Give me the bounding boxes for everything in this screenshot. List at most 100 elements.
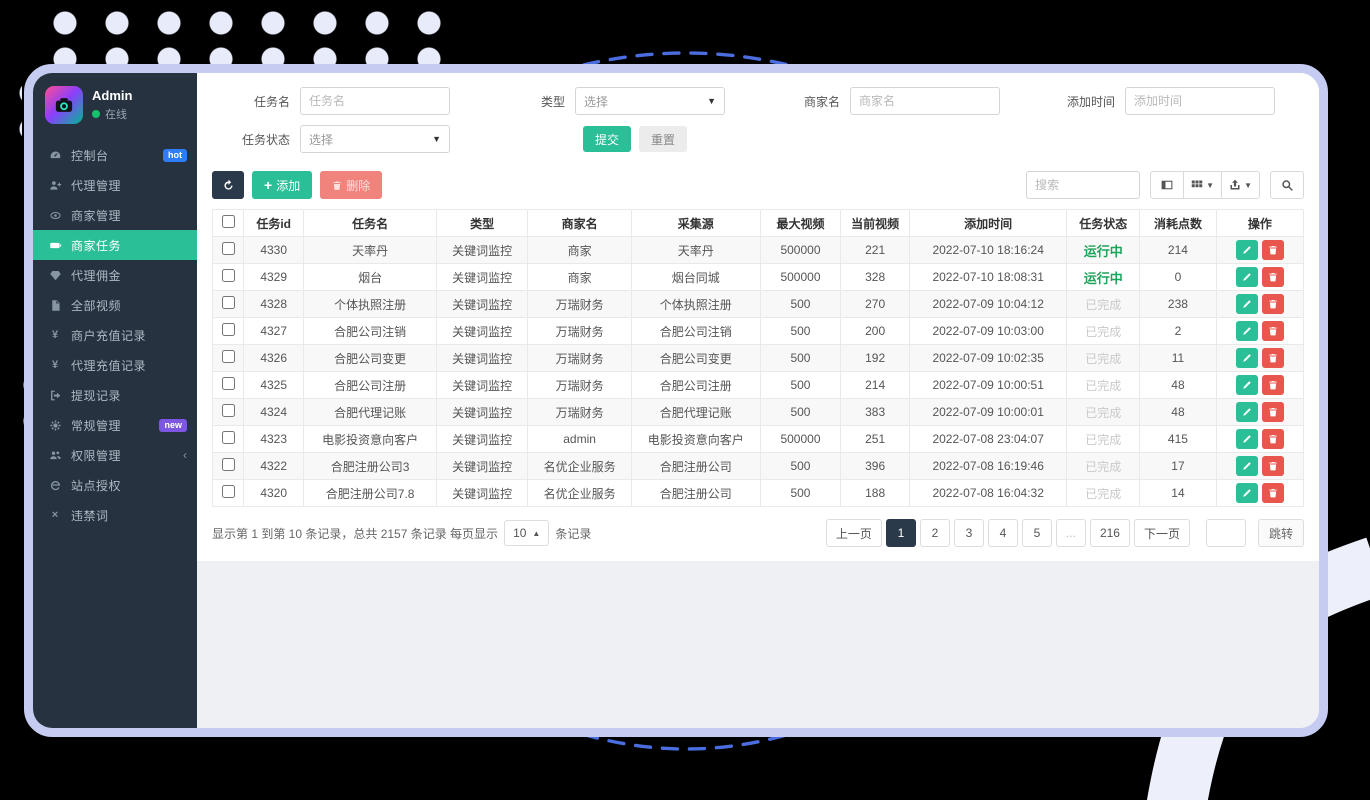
row-checkbox[interactable] — [222, 269, 235, 282]
edit-row-button[interactable] — [1236, 294, 1258, 314]
toggle-view-button[interactable] — [1150, 171, 1184, 199]
row-checkbox[interactable] — [222, 458, 235, 471]
edit-row-button[interactable] — [1236, 375, 1258, 395]
row-checkbox[interactable] — [222, 404, 235, 417]
sidebar-item-videos[interactable]: 全部视频 — [33, 290, 197, 320]
search-input[interactable] — [1026, 171, 1140, 199]
table-row: 4329烟台关键词监控商家烟台同城5000003282022-07-10 18:… — [213, 264, 1304, 291]
sidebar-item-withdraw[interactable]: 提现记录 — [33, 380, 197, 410]
cell: 烟台同城 — [631, 264, 760, 291]
sidebar-item-merchant-tasks[interactable]: 商家任务 — [33, 230, 197, 260]
settings-icon — [47, 419, 63, 432]
chevron-down-icon: ▼ — [1244, 181, 1252, 190]
row-checkbox[interactable] — [222, 323, 235, 336]
edit-row-button[interactable] — [1236, 240, 1258, 260]
cell: 天率丹 — [631, 237, 760, 264]
type-select[interactable]: 选择 ▼ — [575, 87, 725, 115]
row-checkbox[interactable] — [222, 296, 235, 309]
row-checkbox[interactable] — [222, 377, 235, 390]
edit-row-button[interactable] — [1236, 456, 1258, 476]
delete-row-button[interactable] — [1262, 348, 1284, 368]
cell: 2022-07-09 10:03:00 — [909, 318, 1067, 345]
delete-row-button[interactable] — [1262, 429, 1284, 449]
edit-row-button[interactable] — [1236, 429, 1258, 449]
sidebar-item-merchants[interactable]: 商家管理 — [33, 200, 197, 230]
edit-row-button[interactable] — [1236, 267, 1258, 287]
refresh-icon — [222, 179, 235, 192]
sidebar-item-banned-words[interactable]: ×违禁词 — [33, 500, 197, 530]
page-button-4[interactable]: 4 — [988, 519, 1018, 547]
delete-row-button[interactable] — [1262, 483, 1284, 503]
sidebar-item-general[interactable]: 常规管理new — [33, 410, 197, 440]
status-badge: 已完成 — [1085, 325, 1121, 339]
task-name-label: 任务名 — [212, 93, 300, 110]
cell: 电影投资意向客户 — [631, 426, 760, 453]
cell: 关键词监控 — [436, 237, 527, 264]
status-badge: 已完成 — [1085, 406, 1121, 420]
row-checkbox[interactable] — [222, 485, 235, 498]
edit-row-button[interactable] — [1236, 321, 1258, 341]
merchant-name-input[interactable] — [850, 87, 1000, 115]
sidebar-item-site-auth[interactable]: 站点授权 — [33, 470, 197, 500]
cell: 415 — [1140, 426, 1217, 453]
delete-row-button[interactable] — [1262, 321, 1284, 341]
cell: 238 — [1140, 291, 1217, 318]
pencil-icon — [1242, 245, 1252, 255]
sidebar-item-dashboard[interactable]: 控制台hot — [33, 140, 197, 170]
column-header: 操作 — [1216, 210, 1303, 237]
prev-page-button[interactable]: 上一页 — [826, 519, 882, 547]
cell: 关键词监控 — [436, 291, 527, 318]
sidebar-item-commission[interactable]: 代理佣金 — [33, 260, 197, 290]
jump-page-input[interactable] — [1206, 519, 1246, 547]
submit-button[interactable]: 提交 — [583, 126, 631, 152]
search-button[interactable] — [1270, 171, 1304, 199]
page-size-select[interactable]: 10 ▲ — [504, 520, 549, 546]
delete-row-button[interactable] — [1262, 294, 1284, 314]
cell: 2022-07-08 16:04:32 — [909, 480, 1067, 507]
jump-button[interactable]: 跳转 — [1258, 519, 1304, 547]
next-page-button[interactable]: 下一页 — [1134, 519, 1190, 547]
edit-row-button[interactable] — [1236, 483, 1258, 503]
task-name-input[interactable] — [300, 87, 450, 115]
page-button-1[interactable]: 1 — [886, 519, 916, 547]
edit-row-button[interactable] — [1236, 402, 1258, 422]
edit-row-button[interactable] — [1236, 348, 1258, 368]
page-button-216[interactable]: 216 — [1090, 519, 1130, 547]
delete-row-button[interactable] — [1262, 240, 1284, 260]
cell: 500 — [760, 372, 841, 399]
page-button-5[interactable]: 5 — [1022, 519, 1052, 547]
delete-row-button[interactable] — [1262, 402, 1284, 422]
merchant-icon — [47, 209, 63, 222]
tasks-table: 任务id任务名类型商家名采集源最大视频当前视频添加时间任务状态消耗点数操作 43… — [212, 209, 1304, 507]
page-button-3[interactable]: 3 — [954, 519, 984, 547]
reset-button[interactable]: 重置 — [639, 126, 687, 152]
sidebar-item-permissions[interactable]: 权限管理‹ — [33, 440, 197, 470]
select-all-checkbox[interactable] — [222, 215, 235, 228]
add-time-input[interactable] — [1125, 87, 1275, 115]
cell: 2022-07-08 16:19:46 — [909, 453, 1067, 480]
page-ellipsis-button[interactable]: ... — [1056, 519, 1086, 547]
delete-button[interactable]: 删除 — [320, 171, 382, 199]
row-checkbox[interactable] — [222, 242, 235, 255]
task-status-select[interactable]: 选择 ▼ — [300, 125, 450, 153]
delete-row-button[interactable] — [1262, 456, 1284, 476]
sidebar-item-agents[interactable]: 代理管理 — [33, 170, 197, 200]
export-button[interactable]: ▼ — [1221, 171, 1260, 199]
cell: 名优企业服务 — [528, 453, 632, 480]
row-checkbox[interactable] — [222, 350, 235, 363]
new-badge: new — [159, 419, 187, 432]
sidebar-item-merchant-recharge[interactable]: ¥商户充值记录 — [33, 320, 197, 350]
sidebar-item-agent-recharge[interactable]: ¥代理充值记录 — [33, 350, 197, 380]
cell: 500 — [760, 318, 841, 345]
row-checkbox[interactable] — [222, 431, 235, 444]
camera-icon — [54, 95, 74, 115]
online-dot-icon — [92, 110, 100, 118]
add-button[interactable]: + 添加 — [252, 171, 312, 199]
sidebar-item-label: 商家管理 — [71, 207, 121, 224]
cell: 2022-07-09 10:00:51 — [909, 372, 1067, 399]
delete-row-button[interactable] — [1262, 375, 1284, 395]
columns-button[interactable]: ▼ — [1183, 171, 1222, 199]
page-button-2[interactable]: 2 — [920, 519, 950, 547]
delete-row-button[interactable] — [1262, 267, 1284, 287]
refresh-button[interactable] — [212, 171, 244, 199]
